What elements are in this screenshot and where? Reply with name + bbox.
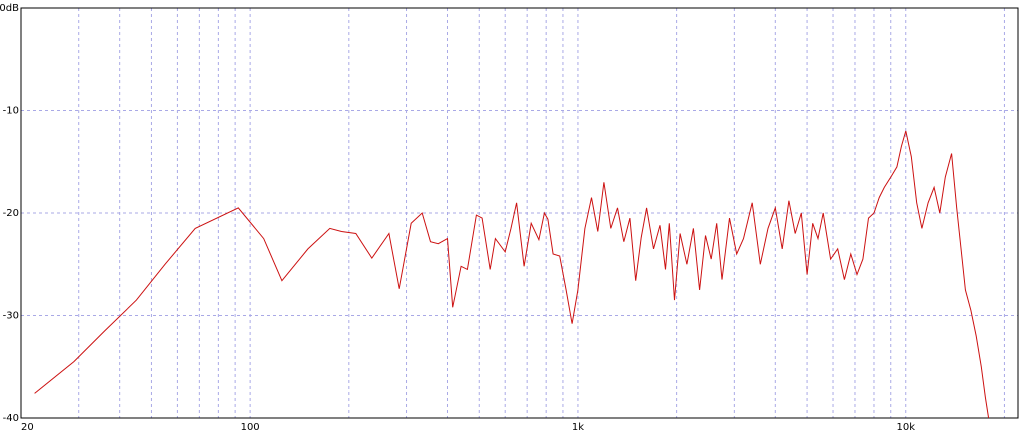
grid — [21, 8, 1018, 418]
x-tick-label: 1k — [572, 422, 584, 433]
y-tick-label: 0dB — [0, 3, 19, 14]
y-tick-label: -20 — [3, 208, 19, 219]
x-tick-label: 10k — [896, 422, 915, 433]
y-tick-label: -30 — [3, 311, 19, 322]
x-tick-label: 100 — [241, 422, 260, 433]
frequency-response-chart: 0dB -10 -20 -30 -4020 100 1k 10k — [0, 3, 1019, 433]
tick-labels: 0dB -10 -20 -30 -4020 100 1k 10k — [0, 3, 915, 433]
y-tick-label: -10 — [3, 106, 19, 117]
y-tick-label: -40 — [3, 413, 19, 424]
x-tick-label: 20 — [21, 422, 34, 433]
